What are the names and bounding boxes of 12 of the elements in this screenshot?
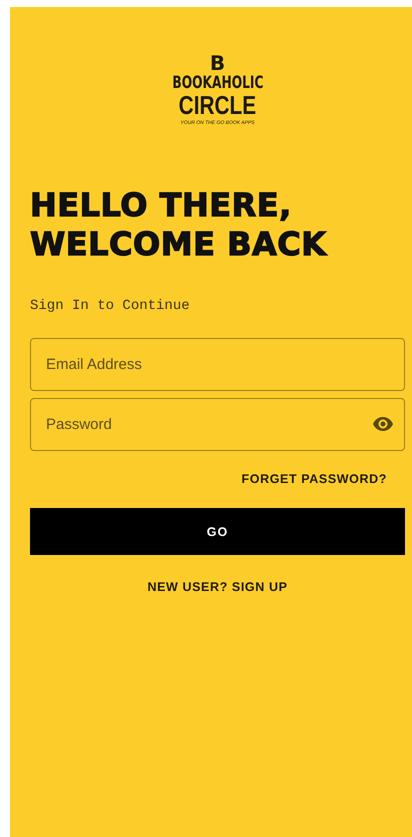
subtitle: Sign In to Continue [30, 298, 190, 314]
logo-mark: B [210, 53, 226, 73]
heading-line: HELLO THERE, [30, 186, 293, 225]
email-field[interactable]: Email Address [30, 338, 405, 391]
sign-up-link[interactable]: NEW USER? SIGN UP [147, 580, 288, 594]
eye-icon[interactable] [373, 417, 393, 431]
forgot-password-link[interactable]: FORGET PASSWORD? [242, 472, 387, 486]
password-field[interactable]: Password [30, 398, 405, 451]
logo-title: CIRCLE [178, 92, 256, 118]
heading-line: WELCOME BACK [30, 225, 328, 264]
go-button[interactable]: GO [30, 508, 405, 555]
logo-title: BOOKAHOLIC [172, 75, 263, 92]
